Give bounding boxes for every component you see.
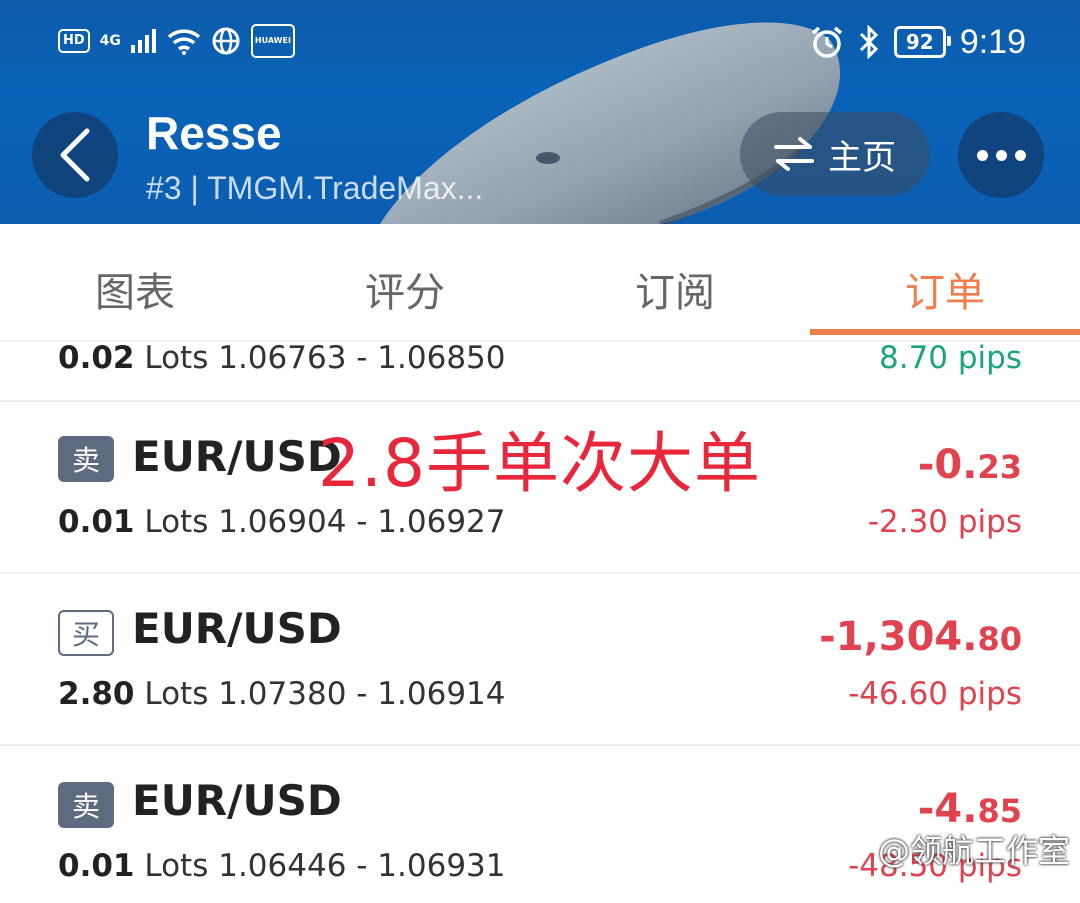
home-button[interactable]: 主页: [740, 112, 930, 196]
lots-value: 0.02: [58, 340, 135, 376]
lots-unit: Lots: [144, 848, 209, 884]
order-details: 0.01 Lots 1.06904 - 1.06927: [58, 504, 506, 540]
network-type: 4G: [99, 33, 121, 49]
globe-icon: [212, 27, 240, 55]
home-button-label: 主页: [828, 137, 896, 178]
orders-list: 0.02 Lots 1.06763 - 1.06850 8.70 pips 卖 …: [0, 340, 1080, 903]
watermark: @领航工作室: [877, 832, 1070, 870]
more-options-button[interactable]: [958, 112, 1044, 198]
tab-rating[interactable]: 评分: [270, 260, 540, 318]
tab-orders[interactable]: 订单: [810, 260, 1080, 318]
lots-unit: Lots: [144, 676, 209, 712]
huawei-icon: HUAWEI: [250, 24, 295, 58]
order-details: 0.02 Lots 1.06763 - 1.06850: [58, 340, 506, 376]
list-item[interactable]: 0.02 Lots 1.06763 - 1.06850 8.70 pips: [0, 340, 1080, 402]
chevron-left-icon: [60, 128, 90, 182]
order-pips: -46.60 pips: [848, 676, 1022, 712]
currency-pair: EUR/USD: [132, 776, 342, 825]
price-range: 1.06446 - 1.06931: [218, 848, 506, 884]
price-range: 1.06763 - 1.06850: [218, 340, 506, 376]
battery-level: 92: [905, 30, 934, 54]
lots-value: 2.80: [58, 676, 135, 712]
more-dots-icon: [976, 149, 988, 161]
list-item[interactable]: 卖 EUR/USD -4.85 0.01 Lots 1.06446 - 1.06…: [0, 746, 1080, 903]
page-subtitle: #3 | TMGM.TradeMax...: [146, 170, 484, 206]
order-details: 2.80 Lots 1.07380 - 1.06914: [58, 676, 506, 712]
swap-icon: [774, 137, 814, 171]
tab-subscribe[interactable]: 订阅: [540, 260, 810, 318]
clock: 9:19: [959, 22, 1026, 61]
page-title: Resse: [146, 107, 282, 159]
annotation-text: 2.8手单次大单: [318, 425, 761, 502]
order-details: 0.01 Lots 1.06446 - 1.06931: [58, 848, 506, 884]
sell-badge: 卖: [58, 436, 114, 482]
wifi-icon: [167, 29, 201, 55]
battery-icon: 92: [893, 26, 951, 58]
alarm-icon: [811, 26, 842, 58]
bluetooth-icon: [859, 25, 878, 59]
header: HD 4G HUAWEI 92 9:19 Resse #3 | TMGM.Tra…: [0, 0, 1080, 224]
order-pips: -2.30 pips: [867, 504, 1022, 540]
tab-bar: 图表 评分 订阅 订单: [0, 224, 1080, 342]
currency-pair: EUR/USD: [132, 432, 342, 481]
tab-chart[interactable]: 图表: [0, 260, 270, 318]
currency-pair: EUR/USD: [132, 604, 342, 653]
status-bar: HD 4G HUAWEI 92 9:19: [0, 0, 1080, 80]
price-range: 1.07380 - 1.06914: [218, 676, 506, 712]
list-item[interactable]: 卖 EUR/USD -0.23 0.01 Lots 1.06904 - 1.06…: [0, 402, 1080, 574]
order-profit: -1,304.80: [819, 614, 1022, 660]
sell-badge: 卖: [58, 782, 114, 828]
signal-icon: [130, 29, 156, 53]
list-item[interactable]: 买 EUR/USD -1,304.80 2.80 Lots 1.07380 - …: [0, 574, 1080, 746]
order-pips: 8.70 pips: [879, 340, 1022, 376]
hd-indicator: HD: [58, 29, 90, 53]
lots-value: 0.01: [58, 848, 135, 884]
buy-badge: 买: [58, 610, 114, 656]
active-tab-indicator: [810, 329, 1080, 335]
price-range: 1.06904 - 1.06927: [218, 504, 506, 540]
order-profit: -0.23: [917, 442, 1022, 488]
lots-unit: Lots: [144, 340, 209, 376]
lots-unit: Lots: [144, 504, 209, 540]
lots-value: 0.01: [58, 504, 135, 540]
back-button[interactable]: [32, 112, 118, 198]
